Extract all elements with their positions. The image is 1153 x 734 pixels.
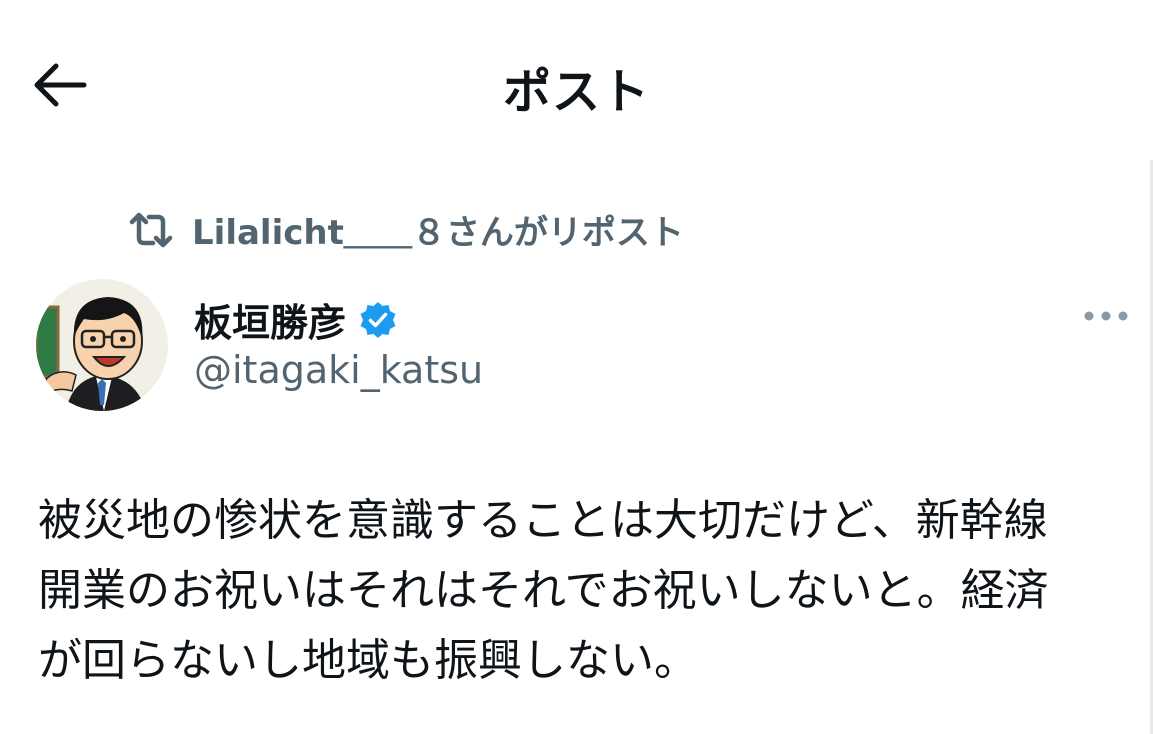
avatar[interactable] — [36, 279, 168, 411]
repost-icon — [128, 207, 174, 253]
page-title: ポスト — [502, 64, 650, 120]
repost-indicator[interactable]: Lilalicht＿＿８さんがリポスト — [128, 205, 684, 254]
more-options-button[interactable] — [1082, 300, 1130, 332]
post-detail-page: ポスト Lilalicht＿＿８さんがリポスト 板垣勝彦 @itagaki_ka… — [0, 0, 1153, 734]
display-name[interactable]: 板垣勝彦 — [194, 292, 346, 347]
repost-text: Lilalicht＿＿８さんがリポスト — [192, 213, 684, 253]
more-horizontal-icon — [1084, 311, 1128, 321]
post-text: 被災地の惨状を意識することは大切だけど、新幹線 開業のお祝いはそれはそれでお祝い… — [38, 495, 1049, 686]
author-handle[interactable]: @itagaki_katsu — [194, 348, 483, 392]
author-name-row[interactable]: 板垣勝彦 — [194, 292, 398, 347]
verified-badge-icon[interactable] — [358, 300, 398, 340]
